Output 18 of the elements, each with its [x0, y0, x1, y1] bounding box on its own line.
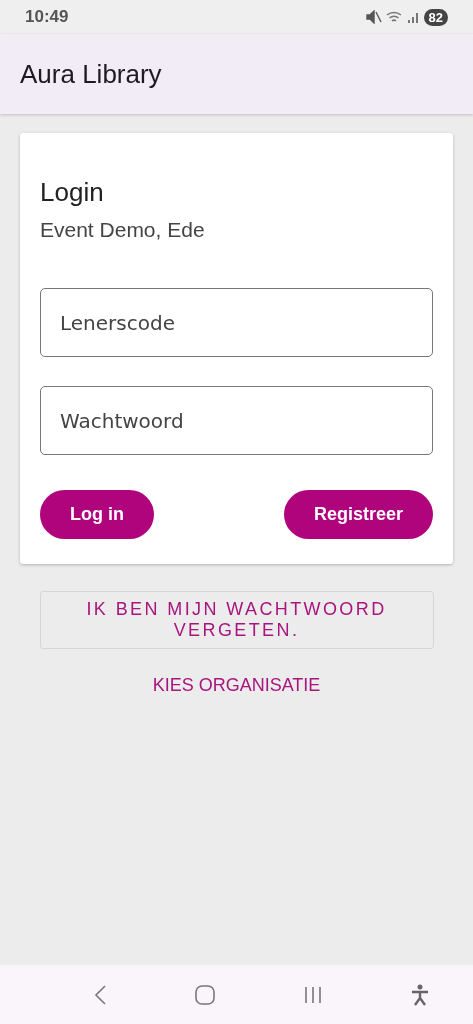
signal-icon: [407, 10, 420, 24]
app-title: Aura Library: [20, 58, 162, 90]
accessibility-icon[interactable]: [409, 983, 430, 1006]
register-button[interactable]: Registreer: [283, 490, 433, 539]
recent-apps-icon[interactable]: [302, 984, 323, 1005]
password-field[interactable]: Wachtwoord: [40, 386, 433, 455]
mute-icon: [365, 10, 382, 24]
back-icon[interactable]: [93, 983, 108, 1006]
choose-organisation-link[interactable]: KIES ORGANISATIE: [148, 671, 325, 700]
login-title: Login: [40, 177, 105, 208]
username-field[interactable]: Lenerscode: [40, 288, 433, 357]
battery-indicator: 82: [423, 8, 448, 26]
organisation-name: Event Demo, Ede: [40, 218, 206, 242]
home-icon[interactable]: [194, 983, 217, 1006]
login-button[interactable]: Log in: [40, 490, 154, 539]
clock: 10:49: [25, 7, 69, 27]
forgot-password-button[interactable]: IK BEN MIJN WACHTWOORD VERGETEN.: [39, 591, 434, 649]
wifi-icon: [385, 10, 404, 24]
